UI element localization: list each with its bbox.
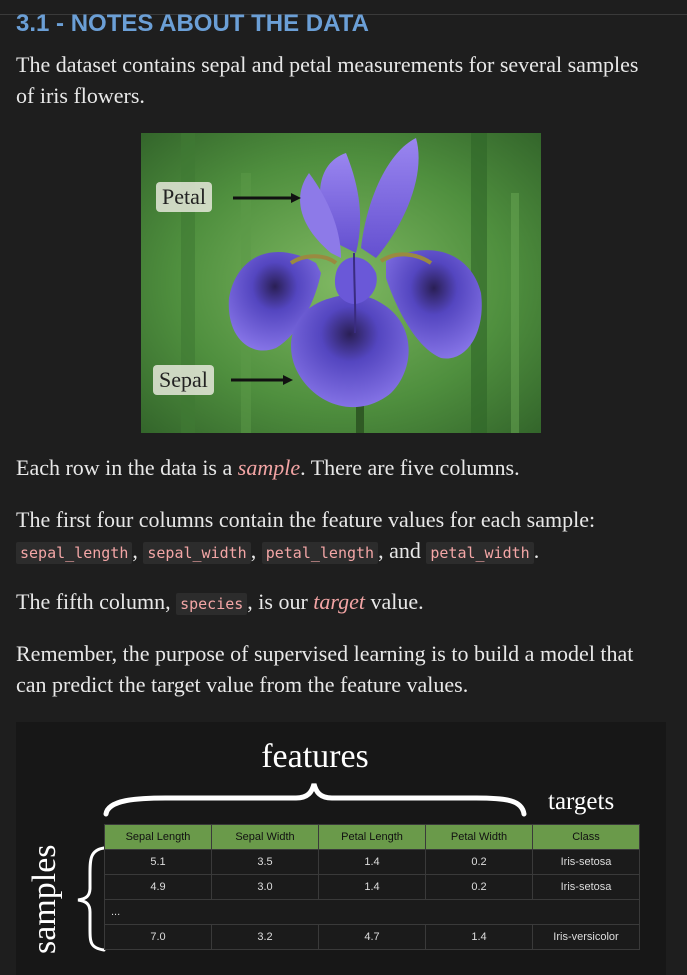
table-row: 4.9 3.0 1.4 0.2 Iris-setosa xyxy=(104,874,640,900)
iris-flower-image: Petal Sepal xyxy=(141,133,541,433)
rows-text-post: . There are five columns. xyxy=(300,455,520,480)
code-sepal-length: sepal_length xyxy=(16,542,133,564)
features-sep-2: , xyxy=(250,538,262,563)
code-sepal-width: sepal_width xyxy=(143,542,251,564)
table-cell: 5.1 xyxy=(104,849,212,875)
targets-label: targets xyxy=(548,788,615,815)
code-petal-length: petal_length xyxy=(261,542,379,564)
ellipsis-cell: ... xyxy=(104,899,640,925)
sepal-label: Sepal xyxy=(153,365,214,395)
remember-paragraph: Remember, the purpose of supervised lear… xyxy=(16,641,634,697)
dataset-diagram: features targets samples Sepal Length Se… xyxy=(16,722,666,975)
table-cell: 0.2 xyxy=(425,849,533,875)
table-cell: 3.0 xyxy=(211,874,319,900)
table-ellipsis-row: ... xyxy=(104,899,640,925)
table-cell: 1.4 xyxy=(318,849,426,875)
table-cell: Iris-setosa xyxy=(532,849,640,875)
rows-paragraph: Each row in the data is a sample. There … xyxy=(16,452,656,483)
features-text-post: . xyxy=(533,538,540,563)
table-cell: 1.4 xyxy=(425,924,533,950)
sample-emphasis: sample xyxy=(237,455,301,480)
table-header-row: Sepal Length Sepal Width Petal Length Pe… xyxy=(104,824,640,850)
table-row: 5.1 3.5 1.4 0.2 Iris-setosa xyxy=(104,849,640,875)
petal-label: Petal xyxy=(156,182,212,212)
table-cell: 3.2 xyxy=(211,924,319,950)
code-species: species xyxy=(176,593,248,615)
table-cell: 3.5 xyxy=(211,849,319,875)
col-header-class: Class xyxy=(532,824,640,850)
table-cell: 1.4 xyxy=(318,874,426,900)
col-header-sepal-length: Sepal Length xyxy=(104,824,212,850)
table-cell: 4.7 xyxy=(318,924,426,950)
table-cell: 0.2 xyxy=(425,874,533,900)
col-header-petal-width: Petal Width xyxy=(425,824,533,850)
target-text-pre: The fifth column, xyxy=(16,589,177,614)
target-text-post: value. xyxy=(365,589,424,614)
table-cell: 7.0 xyxy=(104,924,212,950)
rows-text-pre: Each row in the data is a xyxy=(16,455,238,480)
code-petal-width: petal_width xyxy=(426,542,534,564)
target-paragraph: The fifth column, species, is our target… xyxy=(16,586,656,620)
section-heading: 3.1 - NOTES ABOUT THE DATA xyxy=(16,10,369,37)
samples-label: samples xyxy=(26,844,63,954)
iris-table: Sepal Length Sepal Width Petal Length Pe… xyxy=(104,824,640,950)
table-cell: Iris-setosa xyxy=(532,874,640,900)
table-row: 7.0 3.2 4.7 1.4 Iris-versicolor xyxy=(104,924,640,950)
features-paragraph: The first four columns contain the featu… xyxy=(16,504,656,569)
target-emphasis: target xyxy=(313,589,366,614)
table-cell: Iris-versicolor xyxy=(532,924,640,950)
features-sep-1: , xyxy=(132,538,144,563)
features-text-pre: The first four columns contain the featu… xyxy=(16,507,596,532)
target-text-mid: , is our xyxy=(247,589,314,614)
features-sep-3: , and xyxy=(378,538,427,563)
intro-paragraph: The dataset contains sepal and petal mea… xyxy=(16,52,639,108)
col-header-petal-length: Petal Length xyxy=(318,824,426,850)
table-cell: 4.9 xyxy=(104,874,212,900)
col-header-sepal-width: Sepal Width xyxy=(211,824,319,850)
